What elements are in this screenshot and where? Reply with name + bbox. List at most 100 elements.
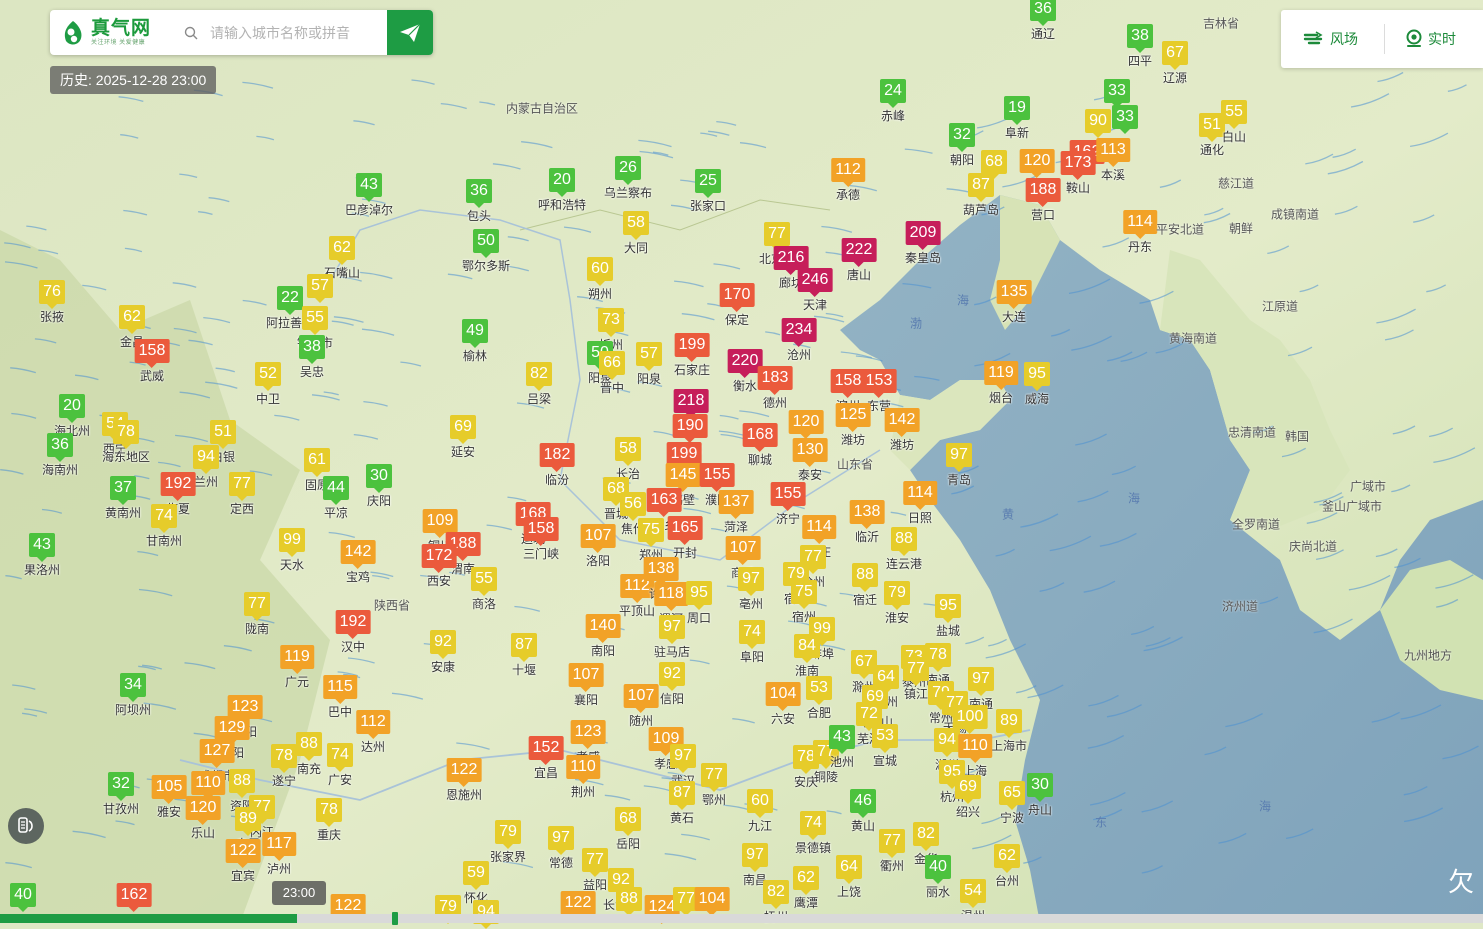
aqi-marker[interactable]: 75 xyxy=(638,518,664,547)
aqi-marker[interactable]: 113 xyxy=(1096,138,1130,167)
aqi-marker[interactable]: 94 xyxy=(934,728,960,757)
aqi-marker[interactable]: 140 xyxy=(585,614,621,643)
aqi-marker[interactable]: 172 xyxy=(421,544,457,573)
aqi-marker[interactable]: 77 xyxy=(764,222,790,251)
aqi-marker[interactable]: 60 xyxy=(587,257,613,286)
aqi-marker[interactable]: 222 xyxy=(841,238,877,267)
aqi-marker[interactable]: 43 xyxy=(356,173,382,202)
aqi-marker[interactable]: 32 xyxy=(108,772,134,801)
aqi-marker[interactable]: 82 xyxy=(763,880,789,909)
aqi-marker[interactable]: 142 xyxy=(884,408,920,437)
aqi-marker[interactable]: 105 xyxy=(151,775,187,804)
aqi-marker[interactable]: 127 xyxy=(199,739,235,768)
aqi-marker[interactable]: 246 xyxy=(797,268,833,297)
aqi-marker[interactable]: 107 xyxy=(568,663,604,692)
aqi-marker[interactable]: 109 xyxy=(422,509,458,538)
aqi-marker[interactable]: 57 xyxy=(307,274,333,303)
aqi-marker[interactable]: 94 xyxy=(193,445,219,474)
aqi-marker[interactable]: 51 xyxy=(210,420,236,449)
aqi-marker[interactable]: 152 xyxy=(528,736,564,765)
aqi-marker[interactable]: 114 xyxy=(802,515,836,544)
aqi-marker[interactable]: 173 xyxy=(1060,151,1096,180)
aqi-marker[interactable]: 123 xyxy=(570,720,606,749)
aqi-marker[interactable]: 74 xyxy=(151,504,177,533)
aqi-marker[interactable]: 155 xyxy=(770,482,806,511)
aqi-marker[interactable]: 97 xyxy=(742,843,768,872)
aqi-marker[interactable]: 73 xyxy=(598,308,624,337)
aqi-marker[interactable]: 182 xyxy=(539,443,575,472)
aqi-marker[interactable]: 68 xyxy=(615,807,641,836)
aqi-marker[interactable]: 88 xyxy=(296,732,322,761)
aqi-marker[interactable]: 115 xyxy=(323,675,357,704)
aqi-marker[interactable]: 118 xyxy=(654,582,688,611)
aqi-marker[interactable]: 84 xyxy=(794,634,820,663)
aqi-marker[interactable]: 122 xyxy=(225,839,261,868)
aqi-marker[interactable]: 120 xyxy=(185,796,221,825)
aqi-marker[interactable]: 119 xyxy=(984,361,1018,390)
aqi-marker[interactable]: 95 xyxy=(686,581,712,610)
aqi-marker[interactable]: 43 xyxy=(29,533,55,562)
aqi-marker[interactable]: 165 xyxy=(667,516,703,545)
aqi-marker[interactable]: 26 xyxy=(615,156,641,185)
aqi-marker[interactable]: 82 xyxy=(913,822,939,851)
aqi-marker[interactable]: 67 xyxy=(1162,41,1188,70)
aqi-marker[interactable]: 97 xyxy=(738,567,764,596)
aqi-marker[interactable]: 62 xyxy=(119,305,145,334)
aqi-marker[interactable]: 74 xyxy=(327,743,353,772)
aqi-marker[interactable]: 120 xyxy=(1019,149,1055,178)
aqi-marker[interactable]: 107 xyxy=(623,684,659,713)
aqi-marker[interactable]: 162 xyxy=(116,883,152,912)
aqi-marker[interactable]: 77 xyxy=(701,763,727,792)
aqi-marker[interactable]: 76 xyxy=(39,280,65,309)
aqi-marker[interactable]: 55 xyxy=(302,306,328,335)
aqi-marker[interactable]: 77 xyxy=(229,472,255,501)
aqi-marker[interactable]: 77 xyxy=(244,592,270,621)
aqi-marker[interactable]: 114 xyxy=(903,481,937,510)
aqi-marker[interactable]: 75 xyxy=(791,580,817,609)
aqi-marker[interactable]: 24 xyxy=(880,79,906,108)
aqi-marker[interactable]: 54 xyxy=(960,879,986,908)
aqi-marker[interactable]: 53 xyxy=(806,676,832,705)
aqi-marker[interactable]: 209 xyxy=(905,221,941,250)
aqi-marker[interactable]: 88 xyxy=(229,769,255,798)
aqi-marker[interactable]: 46 xyxy=(850,789,876,818)
aqi-marker[interactable]: 36 xyxy=(1030,0,1056,26)
aqi-marker[interactable]: 192 xyxy=(335,610,371,639)
aqi-marker[interactable]: 122 xyxy=(446,758,482,787)
aqi-marker[interactable]: 112 xyxy=(356,710,390,739)
aqi-marker[interactable]: 87 xyxy=(669,781,695,810)
aqi-marker[interactable]: 234 xyxy=(781,318,817,347)
aqi-marker[interactable]: 69 xyxy=(450,415,476,444)
aqi-marker[interactable]: 97 xyxy=(968,667,994,696)
city-search-input[interactable] xyxy=(208,23,397,42)
aqi-marker[interactable]: 79 xyxy=(884,581,910,610)
aqi-marker[interactable]: 104 xyxy=(694,887,730,916)
aqi-marker[interactable]: 78 xyxy=(271,744,297,773)
aqi-marker[interactable]: 40 xyxy=(925,855,951,884)
aqi-marker[interactable]: 90 xyxy=(1085,109,1111,138)
aqi-marker[interactable]: 56 xyxy=(620,492,646,521)
aqi-marker[interactable]: 97 xyxy=(548,826,574,855)
aqi-marker[interactable]: 158 xyxy=(134,339,170,368)
aqi-marker[interactable]: 87 xyxy=(968,173,994,202)
aqi-marker[interactable]: 66 xyxy=(599,351,625,380)
search-submit-button[interactable] xyxy=(387,10,433,55)
timeline-bar[interactable] xyxy=(0,912,1483,925)
aqi-marker[interactable]: 155 xyxy=(699,463,735,492)
aqi-marker[interactable]: 61 xyxy=(304,448,330,477)
aqi-marker[interactable]: 62 xyxy=(329,236,355,265)
aqi-marker[interactable]: 50 xyxy=(473,229,499,258)
aqi-marker[interactable]: 99 xyxy=(279,528,305,557)
aqi-marker[interactable]: 168 xyxy=(742,423,778,452)
aqi-marker[interactable]: 32 xyxy=(949,123,975,152)
aqi-marker[interactable]: 107 xyxy=(580,524,616,553)
aqi-marker[interactable]: 38 xyxy=(1127,24,1153,53)
aqi-marker[interactable]: 112 xyxy=(831,158,865,187)
wind-field-button[interactable]: 风场 xyxy=(1303,29,1358,49)
aqi-marker[interactable]: 129 xyxy=(214,716,250,745)
aqi-marker[interactable]: 145 xyxy=(665,463,701,492)
aqi-marker[interactable]: 95 xyxy=(935,594,961,623)
timeline-handle[interactable] xyxy=(391,912,398,925)
aqi-marker[interactable]: 58 xyxy=(615,437,641,466)
aqi-marker[interactable]: 57 xyxy=(636,342,662,371)
